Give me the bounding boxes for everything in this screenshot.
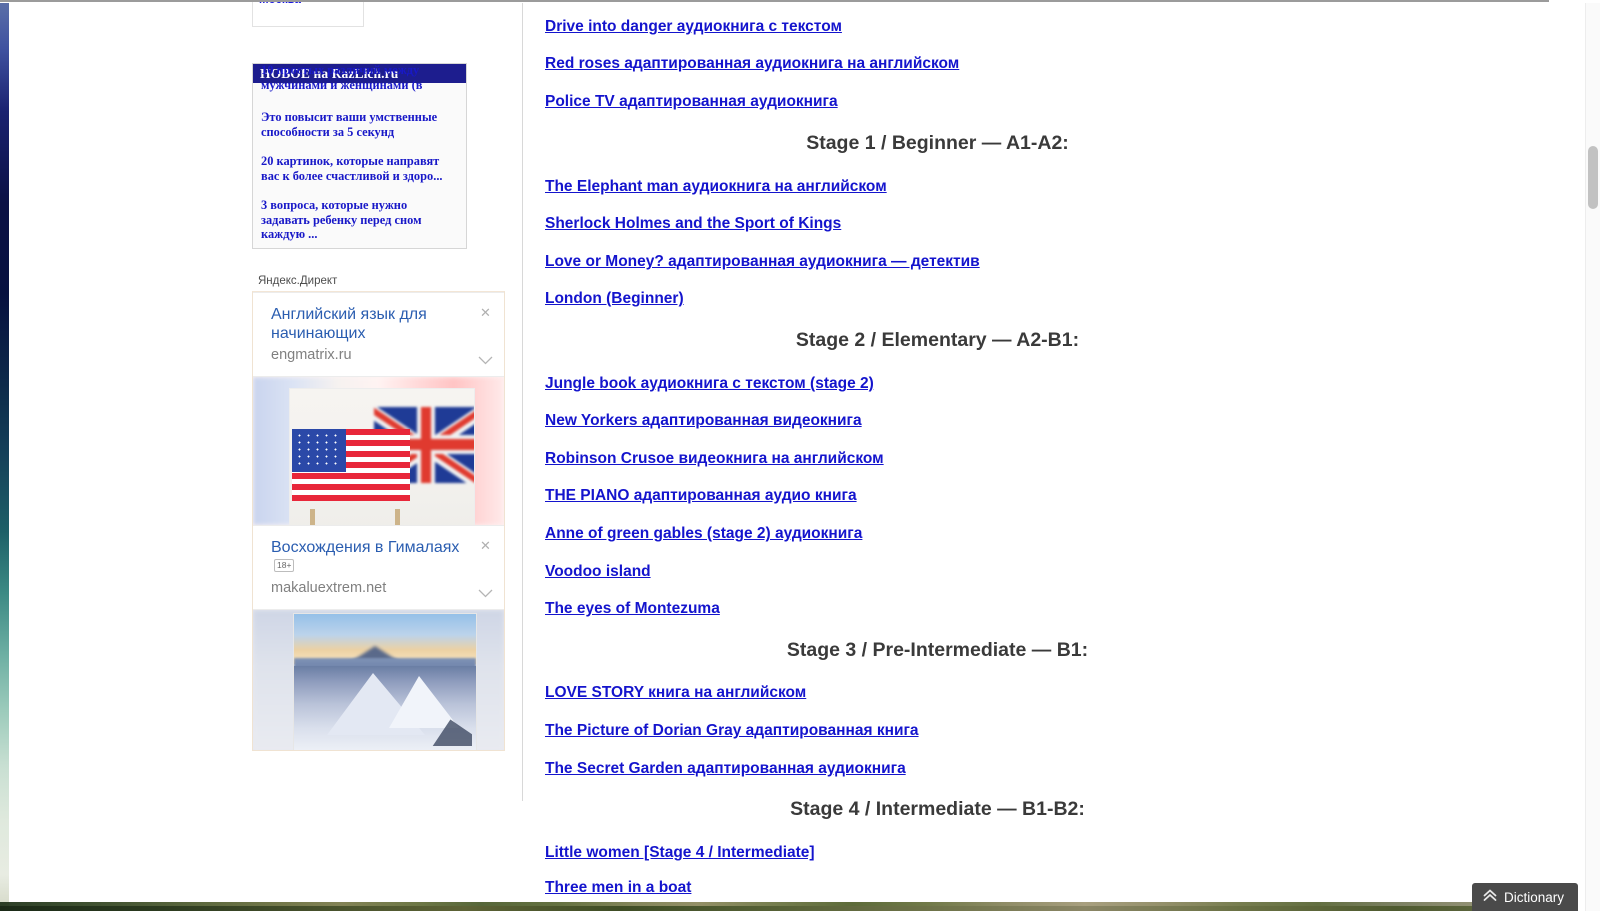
book-link[interactable]: Voodoo island: [545, 563, 651, 581]
column-divider: [522, 3, 523, 801]
stage-heading: Stage 1 / Beginner — A1-A2:: [806, 132, 1069, 154]
ad-image[interactable]: [253, 610, 504, 750]
yandex-direct-block: Английский язык для начинающих engmatrix…: [252, 291, 505, 751]
dictionary-label: Dictionary: [1503, 889, 1564, 905]
ad-unit[interactable]: Английский язык для начинающих engmatrix…: [253, 292, 504, 525]
ad-title[interactable]: Восхождения в Гималаях 18+: [271, 538, 470, 576]
book-link[interactable]: The Elephant man аудиокнига на английско…: [545, 178, 887, 196]
close-icon[interactable]: ✕: [479, 539, 492, 552]
book-link[interactable]: New Yorkers адаптированная видеокнига: [545, 412, 862, 430]
novoe-item[interactable]: 3 вопроса, которые нужно задавать ребенк…: [261, 198, 458, 242]
stage-heading: Stage 4 / Intermediate — B1-B2:: [790, 798, 1085, 820]
close-icon[interactable]: ✕: [479, 306, 492, 319]
book-link[interactable]: Robinson Crusoe видеокнига на английском: [545, 450, 884, 468]
novoe-block-list: 10 простых различий между мужчинами и же…: [253, 63, 466, 242]
novoe-item[interactable]: Это повысит ваши умственные способности …: [261, 110, 458, 139]
page-background-left: [0, 3, 9, 911]
mountain-photo: [293, 613, 477, 750]
us-flag-graphic: [292, 429, 410, 501]
chevron-up-double-icon: [1483, 889, 1497, 905]
ad-card[interactable]: Английский язык для начинающих engmatrix…: [253, 292, 504, 377]
book-link[interactable]: Three men in a boat: [545, 879, 691, 897]
book-link[interactable]: The Secret Garden адаптированная аудиокн…: [545, 760, 906, 778]
book-link[interactable]: Jungle book аудиокнига с текстом (stage …: [545, 375, 874, 393]
book-link[interactable]: Red roses адаптированная аудиокнига на а…: [545, 55, 959, 73]
novoe-item[interactable]: 20 картинок, которые направят вас к боле…: [261, 154, 458, 183]
ad-domain[interactable]: makaluextrem.net: [271, 579, 470, 597]
book-link[interactable]: Police TV адаптированная аудиокнига: [545, 93, 838, 111]
novoe-item[interactable]: 10 простых различий между мужчинами и же…: [261, 63, 458, 92]
ad-image[interactable]: [253, 377, 504, 525]
book-link[interactable]: London (Beginner): [545, 290, 684, 308]
book-link[interactable]: Sherlock Holmes and the Sport of Kings: [545, 215, 841, 233]
book-link[interactable]: The Picture of Dorian Gray адаптированна…: [545, 722, 919, 740]
ad-card[interactable]: Восхождения в Гималаях 18+ makaluextrem.n…: [253, 525, 504, 610]
book-link[interactable]: Drive into danger аудиокнига с текстом: [545, 18, 842, 36]
page-background-bottom-dark: [0, 906, 1550, 911]
vertical-scrollbar[interactable]: [1585, 3, 1600, 911]
book-link[interactable]: THE PIANO адаптированная аудио книга: [545, 487, 857, 505]
ad-title-text: Восхождения в Гималаях: [271, 539, 460, 556]
dictionary-widget[interactable]: Dictionary: [1471, 883, 1578, 911]
stage-heading: Stage 2 / Elementary — A2-B1:: [795, 329, 1080, 351]
book-link[interactable]: Little women [Stage 4 / Intermediate]: [545, 844, 815, 862]
top-partial-widget[interactable]: trainings.ucoz.com Москва: [252, 0, 364, 27]
chevron-down-icon[interactable]: [478, 589, 493, 598]
book-link[interactable]: LOVE STORY книга на английском: [545, 684, 806, 702]
ad-title[interactable]: Английский язык для начинающих: [271, 305, 470, 343]
page-root: trainings.ucoz.com Москва НОВОЕ на RazLi…: [0, 0, 1600, 911]
content-sheet: trainings.ucoz.com Москва НОВОЕ на RazLi…: [9, 0, 1550, 902]
ad-domain[interactable]: engmatrix.ru: [271, 346, 470, 364]
scrollbar-thumb[interactable]: [1588, 146, 1598, 209]
yandex-direct-label: Яндекс.Директ: [258, 275, 338, 287]
stage-heading: Stage 3 / Pre-Intermediate — B1:: [786, 639, 1089, 661]
age-badge: 18+: [274, 559, 295, 572]
flags-photo: [289, 388, 475, 525]
novoe-block: НОВОЕ на RazLich.ru 10 простых различий …: [252, 63, 467, 249]
ad-unit[interactable]: Восхождения в Гималаях 18+ makaluextrem.n…: [253, 525, 504, 750]
chevron-down-icon[interactable]: [478, 356, 493, 365]
book-link[interactable]: Love or Money? адаптированная аудиокнига…: [545, 253, 980, 271]
book-link[interactable]: Anne of green gables (stage 2) аудиокниг…: [545, 525, 862, 543]
window-top-edge: [0, 0, 1600, 2]
book-link[interactable]: The eyes of Montezuma: [545, 600, 720, 618]
